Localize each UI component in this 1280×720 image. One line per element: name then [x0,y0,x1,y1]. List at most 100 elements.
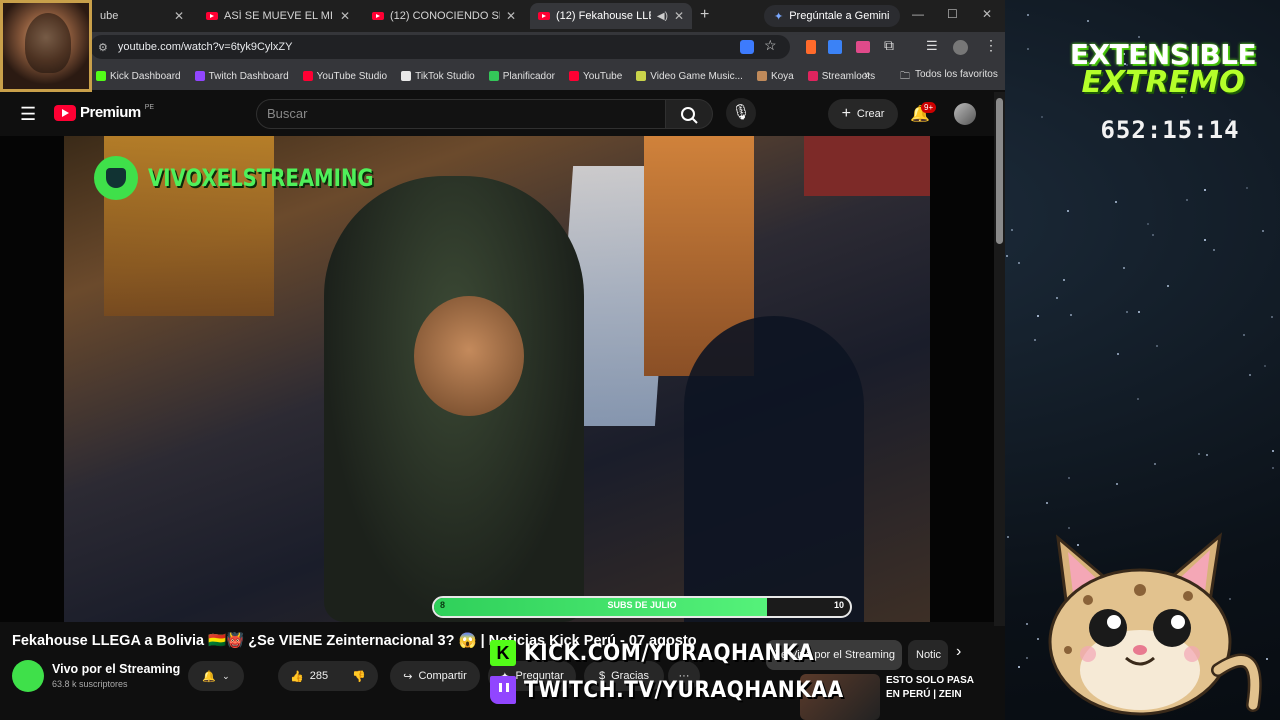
star-decoration [1272,467,1274,469]
tab-label: (12) Fekahouse LLEGA a [556,10,651,22]
browser-tab-active[interactable]: (12) Fekahouse LLEGA a ◀) ✕ [530,3,692,29]
star-decoration [1011,229,1013,231]
close-icon[interactable]: ✕ [174,9,184,23]
folder-icon: 🗀 [900,71,910,82]
bookmark-favicon-icon [807,71,818,81]
channel-name[interactable]: Vivo por el Streaming [52,662,180,676]
account-avatar[interactable] [954,103,976,125]
bookmark-label: YouTube [583,70,623,82]
close-icon[interactable]: ✕ [340,9,350,23]
bookmark-favicon-icon [302,71,313,81]
like-dislike-group: 👍 285 👎 [278,661,378,691]
minimize-button[interactable]: — [912,7,924,21]
all-bookmarks-folder[interactable]: 🗀 Todos los favoritos [900,69,998,86]
maximize-button[interactable]: ☐ [947,7,958,21]
twitch-logo-icon [490,676,516,704]
close-icon[interactable]: ✕ [674,9,684,23]
star-decoration [1067,210,1069,212]
recommended-title[interactable]: ESTO SOLO PASA EN PERÚ | ZEIN [886,674,974,702]
thumbs-up-icon[interactable]: 👍 [290,670,304,683]
star-icon[interactable]: ☆ [764,37,777,54]
video-scene-shadow [684,316,864,622]
kick-logo-icon: K [490,640,516,666]
star-decoration [1007,536,1009,538]
star-decoration [1046,502,1048,504]
gemini-label: Pregúntale a Gemini [789,10,890,22]
chevron-down-icon: ⌄ [222,670,230,681]
star-decoration [1117,353,1119,355]
bookmark-item[interactable]: Planificador [488,71,555,82]
star-decoration [1116,483,1118,485]
chevron-right-icon[interactable]: › [956,643,961,661]
like-count[interactable]: 285 [310,670,328,682]
star-decoration [1063,279,1065,281]
star-decoration [1018,262,1020,264]
audio-playing-icon[interactable]: ◀) [657,11,668,22]
video-scene-awning [804,136,930,196]
channel-avatar[interactable] [12,660,44,692]
menu-icon[interactable]: ⋮ [984,37,998,54]
bookmark-item[interactable]: Video Game Music... [636,71,743,82]
browser-tab[interactable]: ube ✕ [92,3,192,29]
search-button[interactable] [665,99,713,129]
browser-tab[interactable]: ASÍ SE MUEVE EL MERC ✕ [198,3,358,29]
hamburger-menu-icon[interactable]: ☰ [20,104,36,125]
scrollbar-thumb[interactable] [996,98,1003,244]
bookmark-item[interactable]: TikTok Studio [401,71,475,82]
star-decoration [1068,527,1070,529]
cat-mascot-icon [1048,530,1278,720]
star-decoration [1018,666,1020,668]
youtube-masthead: ☰ Premium PE Buscar 🎙 + Crear 🔔 9+ [0,92,1005,136]
star-decoration [1115,201,1117,203]
bookmark-item[interactable]: Kick Dashboard [96,71,181,82]
star-decoration [1026,623,1028,625]
browser-tab[interactable]: (12) CONOCIENDO SEGUID ✕ [364,3,524,29]
bookmark-item[interactable]: Koya [756,70,794,82]
youtube-favicon-icon [206,12,218,20]
chip-news[interactable]: Notic [908,640,948,670]
notification-badge: 9+ [921,102,937,113]
twitch-link: TWITCH.TV/YURAQHANKAA [490,676,871,704]
site-settings-icon[interactable]: ⚙ [98,41,108,54]
star-decoration [1186,199,1188,201]
share-button[interactable]: ↪ Compartir [390,661,480,691]
translate-icon[interactable] [740,40,754,54]
profile-avatar[interactable] [953,40,968,55]
gemini-icon: ✦ [774,10,784,23]
youtube-logo[interactable]: Premium PE [54,104,154,121]
star-decoration [1147,223,1149,225]
brand-logo: EXTENSIBLE EXTREMO [1050,38,1276,118]
star-decoration [1206,454,1208,456]
bookmark-item[interactable]: YouTube [569,71,622,82]
puzzle-icon[interactable]: ⧉ [884,37,894,54]
voice-search-button[interactable]: 🎙 [726,98,756,128]
gemini-button[interactable]: ✦ Pregúntale a Gemini [764,5,900,27]
new-tab-button[interactable]: + [700,6,709,24]
bookmark-label: Koya [770,70,794,82]
extension-icon[interactable] [806,40,816,54]
youtube-favicon-icon [538,12,550,20]
subscription-bell-button[interactable]: 🔔 ⌄ [188,661,244,691]
url-bar[interactable]: ⚙ youtube.com/watch?v=6tyk9CylxZY [90,35,790,59]
bookmark-item[interactable]: Twitch Dashboard [194,71,289,82]
extension-icon[interactable] [856,41,870,53]
create-button[interactable]: + Crear [828,99,898,129]
star-decoration [1138,311,1140,313]
star-decoration [1027,48,1029,50]
bookmark-label: Kick Dashboard [110,70,181,82]
bookmark-item[interactable]: YouTube Studio [302,71,387,82]
close-window-button[interactable]: ✕ [982,7,992,21]
video-player[interactable]: VIVOXELSTREAMING [64,136,930,622]
reading-list-icon[interactable]: ☰ [926,38,938,54]
more-bookmarks-icon[interactable]: » [864,69,870,81]
youtube-play-icon [54,104,76,121]
watermark-text: VIVOXELSTREAMING [148,164,374,192]
extension-icon[interactable] [828,40,842,54]
star-decoration [1167,285,1169,287]
thumbs-down-icon[interactable]: 👎 [352,670,366,683]
close-icon[interactable]: ✕ [506,9,516,23]
recommended-title-line: ESTO SOLO PASA [886,675,974,686]
star-decoration [1037,315,1039,317]
search-input[interactable]: Buscar [256,99,666,129]
star-decoration [1262,230,1264,232]
